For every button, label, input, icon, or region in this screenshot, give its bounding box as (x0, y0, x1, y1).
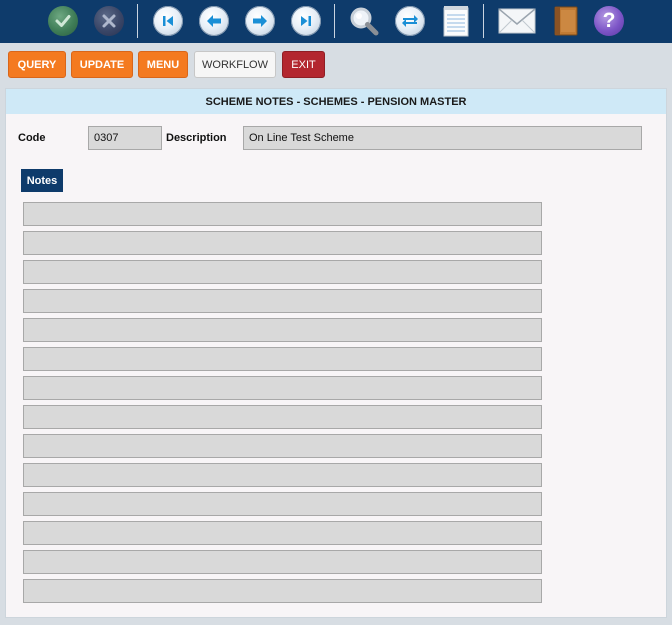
book-icon[interactable] (549, 5, 581, 37)
note-line-input[interactable] (23, 521, 542, 545)
mail-icon[interactable] (498, 5, 536, 37)
code-field[interactable]: 0307 (88, 126, 162, 150)
help-icon[interactable]: ? (593, 5, 625, 37)
description-field[interactable]: On Line Test Scheme (243, 126, 642, 150)
previous-icon[interactable] (198, 5, 230, 37)
note-line-input[interactable] (23, 347, 542, 371)
next-icon[interactable] (244, 5, 276, 37)
note-line-input[interactable] (23, 376, 542, 400)
note-line-input[interactable] (23, 289, 542, 313)
note-line-input[interactable] (23, 492, 542, 516)
first-record-icon[interactable] (152, 5, 184, 37)
note-line-input[interactable] (23, 463, 542, 487)
note-line-input[interactable] (23, 550, 542, 574)
note-line-input[interactable] (23, 434, 542, 458)
last-record-icon[interactable] (290, 5, 322, 37)
notepad-icon[interactable] (440, 5, 472, 37)
search-icon[interactable] (348, 5, 380, 37)
panel-title: SCHEME NOTES - SCHEMES - PENSION MASTER (6, 89, 666, 114)
note-line-input[interactable] (23, 202, 542, 226)
workflow-button[interactable]: WORKFLOW (194, 51, 276, 78)
query-button[interactable]: QUERY (8, 51, 66, 78)
top-toolbar: ? (0, 0, 672, 43)
exit-button[interactable]: EXIT (282, 51, 325, 78)
refresh-icon[interactable] (394, 5, 426, 37)
cancel-icon[interactable] (93, 5, 125, 37)
code-label: Code (18, 132, 46, 144)
notes-tab[interactable]: Notes (21, 169, 63, 192)
toolbar-separator (483, 4, 484, 38)
note-line-input[interactable] (23, 405, 542, 429)
note-line-input[interactable] (23, 260, 542, 284)
toolbar-separator (334, 4, 335, 38)
scheme-notes-panel: SCHEME NOTES - SCHEMES - PENSION MASTER … (5, 88, 667, 618)
toolbar-separator (137, 4, 138, 38)
check-icon[interactable] (47, 5, 79, 37)
update-button[interactable]: UPDATE (71, 51, 133, 78)
note-line-input[interactable] (23, 231, 542, 255)
description-label: Description (166, 132, 227, 144)
note-line-input[interactable] (23, 318, 542, 342)
note-line-input[interactable] (23, 579, 542, 603)
menu-button[interactable]: MENU (138, 51, 188, 78)
